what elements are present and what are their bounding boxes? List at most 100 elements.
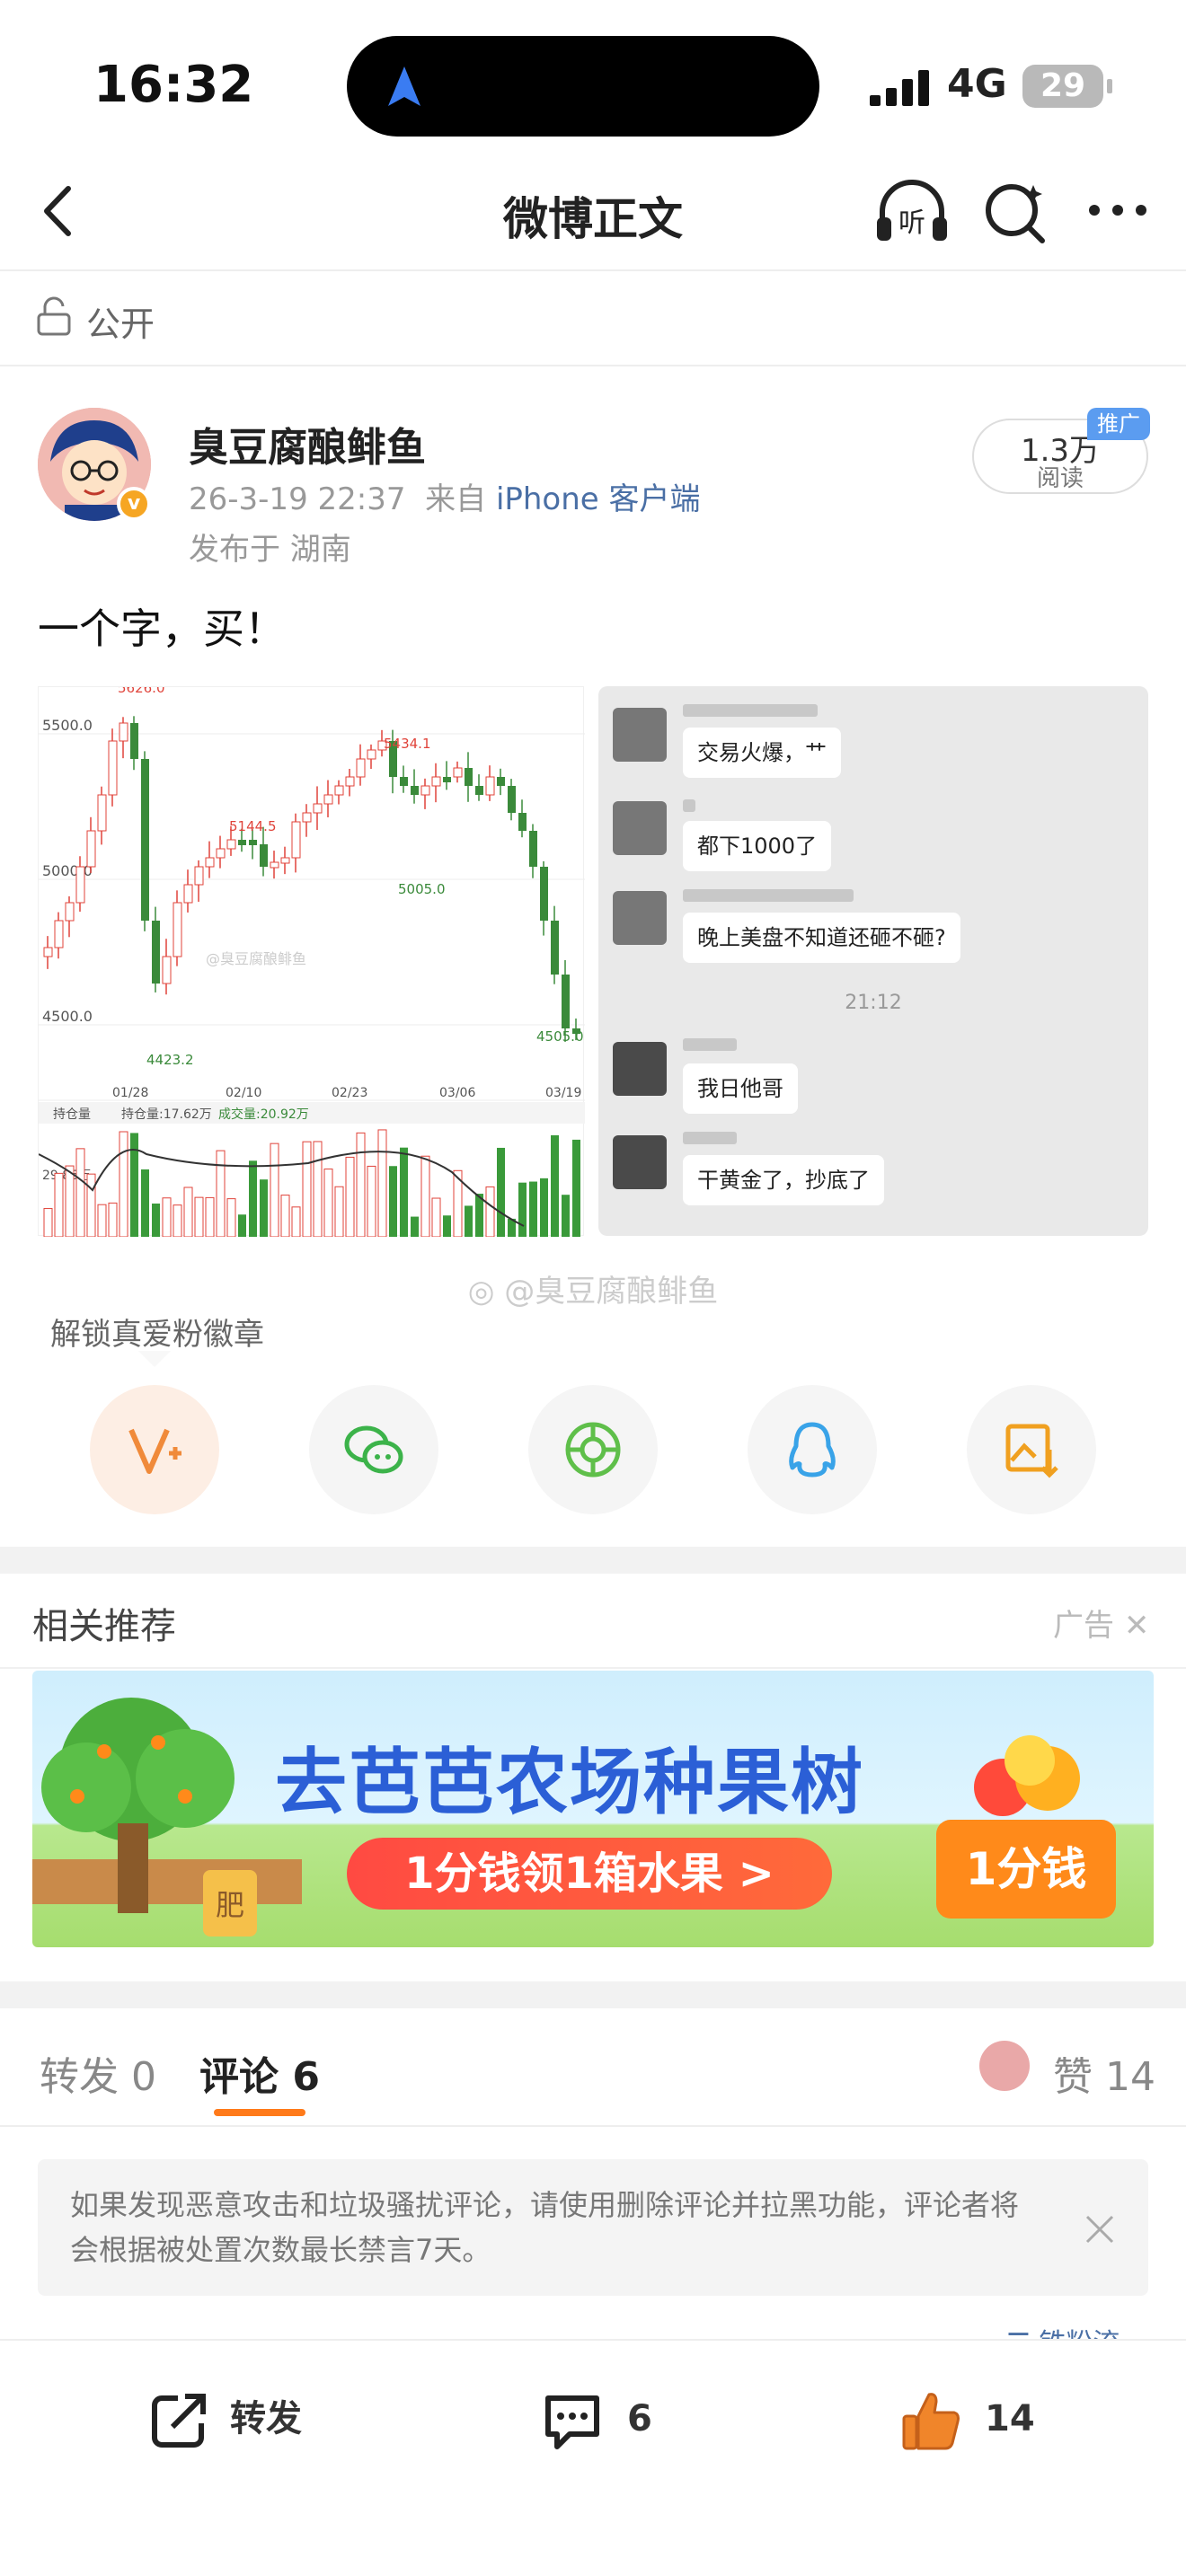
volume-bar bbox=[345, 1156, 355, 1238]
volume-bar bbox=[313, 1141, 323, 1238]
volume-bar bbox=[356, 1132, 366, 1238]
volume-bar bbox=[389, 1166, 397, 1237]
unlock-fan-badge[interactable]: 解锁真爱粉徽章 bbox=[50, 1310, 264, 1354]
fruit-tree-illustration: 肥 bbox=[32, 1698, 302, 1936]
chat-time: 21:12 bbox=[845, 992, 902, 1014]
candle-body bbox=[226, 839, 236, 850]
liker-avatar bbox=[979, 2041, 1030, 2091]
watermark-text: @臭豆腐酿鲱鱼 bbox=[504, 1274, 719, 1310]
candle-body bbox=[345, 776, 355, 787]
candle-body bbox=[291, 821, 301, 859]
fruit-basket-illustration bbox=[974, 1735, 1080, 1816]
search-sparkle-icon[interactable] bbox=[981, 178, 1049, 246]
candle-body bbox=[420, 785, 430, 796]
banner-price-tag: 1分钱 bbox=[936, 1820, 1116, 1919]
candle-body bbox=[453, 767, 463, 778]
volume-bar bbox=[43, 1207, 53, 1238]
candle-body bbox=[465, 768, 473, 786]
like-button[interactable]: 14 bbox=[898, 2378, 1035, 2459]
repost-button[interactable]: 转发 bbox=[146, 2378, 302, 2459]
share-qq-button[interactable] bbox=[748, 1385, 877, 1514]
tab-likes[interactable]: 赞 14 bbox=[1053, 2044, 1155, 2102]
candle-body bbox=[400, 777, 408, 786]
volume-bar bbox=[572, 1139, 580, 1237]
candle-body bbox=[65, 902, 75, 922]
volume-bar bbox=[497, 1147, 505, 1237]
listen-headphones-icon[interactable]: 听 bbox=[873, 178, 951, 246]
post-text: 一个字，买！ bbox=[38, 604, 286, 653]
candle-body bbox=[280, 857, 290, 864]
chart-watermark: @臭豆腐酿鲱鱼 bbox=[206, 950, 306, 967]
candle-body bbox=[475, 786, 483, 795]
author-name[interactable]: 臭豆腐酿鲱鱼 bbox=[189, 415, 426, 472]
tab-comment-label: 评论 bbox=[199, 2054, 279, 2100]
volume-bar bbox=[97, 1204, 107, 1238]
volume-bar bbox=[173, 1204, 182, 1238]
candle-body bbox=[302, 812, 312, 823]
ad-banner[interactable]: 肥 去芭芭农场种果树 1分钱领1箱水果 > 1分钱 bbox=[32, 1671, 1154, 1947]
candle-body bbox=[518, 813, 527, 831]
post-image-chart[interactable]: 5500.0 5000.0 4500.0 5626.0 5434.1 5144.… bbox=[38, 680, 585, 1238]
repost-label: 转发 bbox=[230, 2398, 302, 2439]
volume-bar bbox=[65, 1165, 75, 1238]
volume-bar bbox=[249, 1160, 257, 1237]
candle-body bbox=[173, 902, 182, 957]
share-save-image-button[interactable] bbox=[967, 1385, 1096, 1514]
candle-body bbox=[551, 921, 559, 975]
candle-body bbox=[562, 975, 570, 1028]
close-notice-icon[interactable] bbox=[1082, 2211, 1118, 2247]
chat-avatar bbox=[613, 891, 667, 945]
comment-bubble-icon bbox=[545, 2395, 599, 2449]
chat-username-blur bbox=[683, 1132, 737, 1144]
read-label: 阅读 bbox=[1036, 465, 1084, 492]
comment-button[interactable]: 6 bbox=[539, 2378, 652, 2459]
candle-body bbox=[356, 758, 366, 778]
weibo-post-screen: 16:32 4G 29 微博正文 听 公开 v 臭豆腐酿鲱鱼 26-3-19 2… bbox=[0, 0, 1186, 2576]
date-label: 03/06 bbox=[439, 1086, 475, 1100]
tab-comment[interactable]: 评论 6 bbox=[199, 2044, 320, 2102]
volume-bar bbox=[420, 1155, 430, 1238]
more-options-icon[interactable] bbox=[1087, 203, 1148, 217]
post-image-chat[interactable]: 交易火爆，艹 都下1000了 晚上美盘不知道还砸不砸? 21:12 我日他哥 干… bbox=[598, 686, 1148, 1236]
chat-message: 我日他哥 bbox=[683, 1063, 798, 1114]
candle-body bbox=[205, 857, 215, 868]
share-vplus-button[interactable] bbox=[90, 1385, 219, 1514]
volume-bar bbox=[54, 1172, 64, 1238]
volume-bar bbox=[119, 1131, 128, 1238]
moments-icon bbox=[565, 1422, 621, 1478]
network-type: 4G bbox=[947, 61, 1007, 107]
volume-bar bbox=[465, 1205, 473, 1237]
volume-bar bbox=[334, 1186, 344, 1238]
candle-body bbox=[108, 740, 118, 796]
candle-body bbox=[130, 723, 138, 759]
candle-body bbox=[431, 776, 441, 787]
candle-body bbox=[313, 803, 323, 814]
volume-bar bbox=[443, 1215, 451, 1237]
post-source-link[interactable]: iPhone 客户端 bbox=[496, 481, 701, 517]
share-wechat-button[interactable] bbox=[309, 1385, 438, 1514]
date-label: 01/28 bbox=[112, 1086, 148, 1100]
tab-repost[interactable]: 转发 0 bbox=[40, 2044, 156, 2102]
section-divider bbox=[0, 2125, 1186, 2127]
comment-count: 6 bbox=[627, 2398, 652, 2439]
volume-bar bbox=[260, 1179, 268, 1237]
vplus-icon bbox=[128, 1428, 181, 1474]
close-icon[interactable]: ✕ bbox=[1124, 1608, 1150, 1644]
header-divider bbox=[0, 269, 1186, 271]
image-watermark: ◎ @臭豆腐酿鲱鱼 bbox=[467, 1274, 719, 1310]
wechat-icon bbox=[344, 1425, 403, 1474]
share-moments-button[interactable] bbox=[528, 1385, 658, 1514]
tab-comment-count: 6 bbox=[292, 2054, 320, 2100]
volume-bar bbox=[518, 1182, 527, 1237]
volume-bar bbox=[194, 1196, 204, 1238]
banner-cta-button[interactable]: 1分钱领1箱水果 > bbox=[347, 1838, 832, 1910]
verified-badge-icon: v bbox=[117, 487, 151, 521]
volume-bar bbox=[529, 1181, 537, 1237]
volume-bar bbox=[238, 1214, 246, 1237]
unlock-icon bbox=[37, 296, 71, 336]
post-date: 26-3-19 22:37 bbox=[189, 481, 406, 517]
price-label-mid: 5000.0 bbox=[42, 862, 93, 879]
candle-body bbox=[216, 848, 226, 859]
ad-label[interactable]: 广告 ✕ bbox=[1053, 1601, 1149, 1645]
volume-bar bbox=[411, 1216, 419, 1237]
